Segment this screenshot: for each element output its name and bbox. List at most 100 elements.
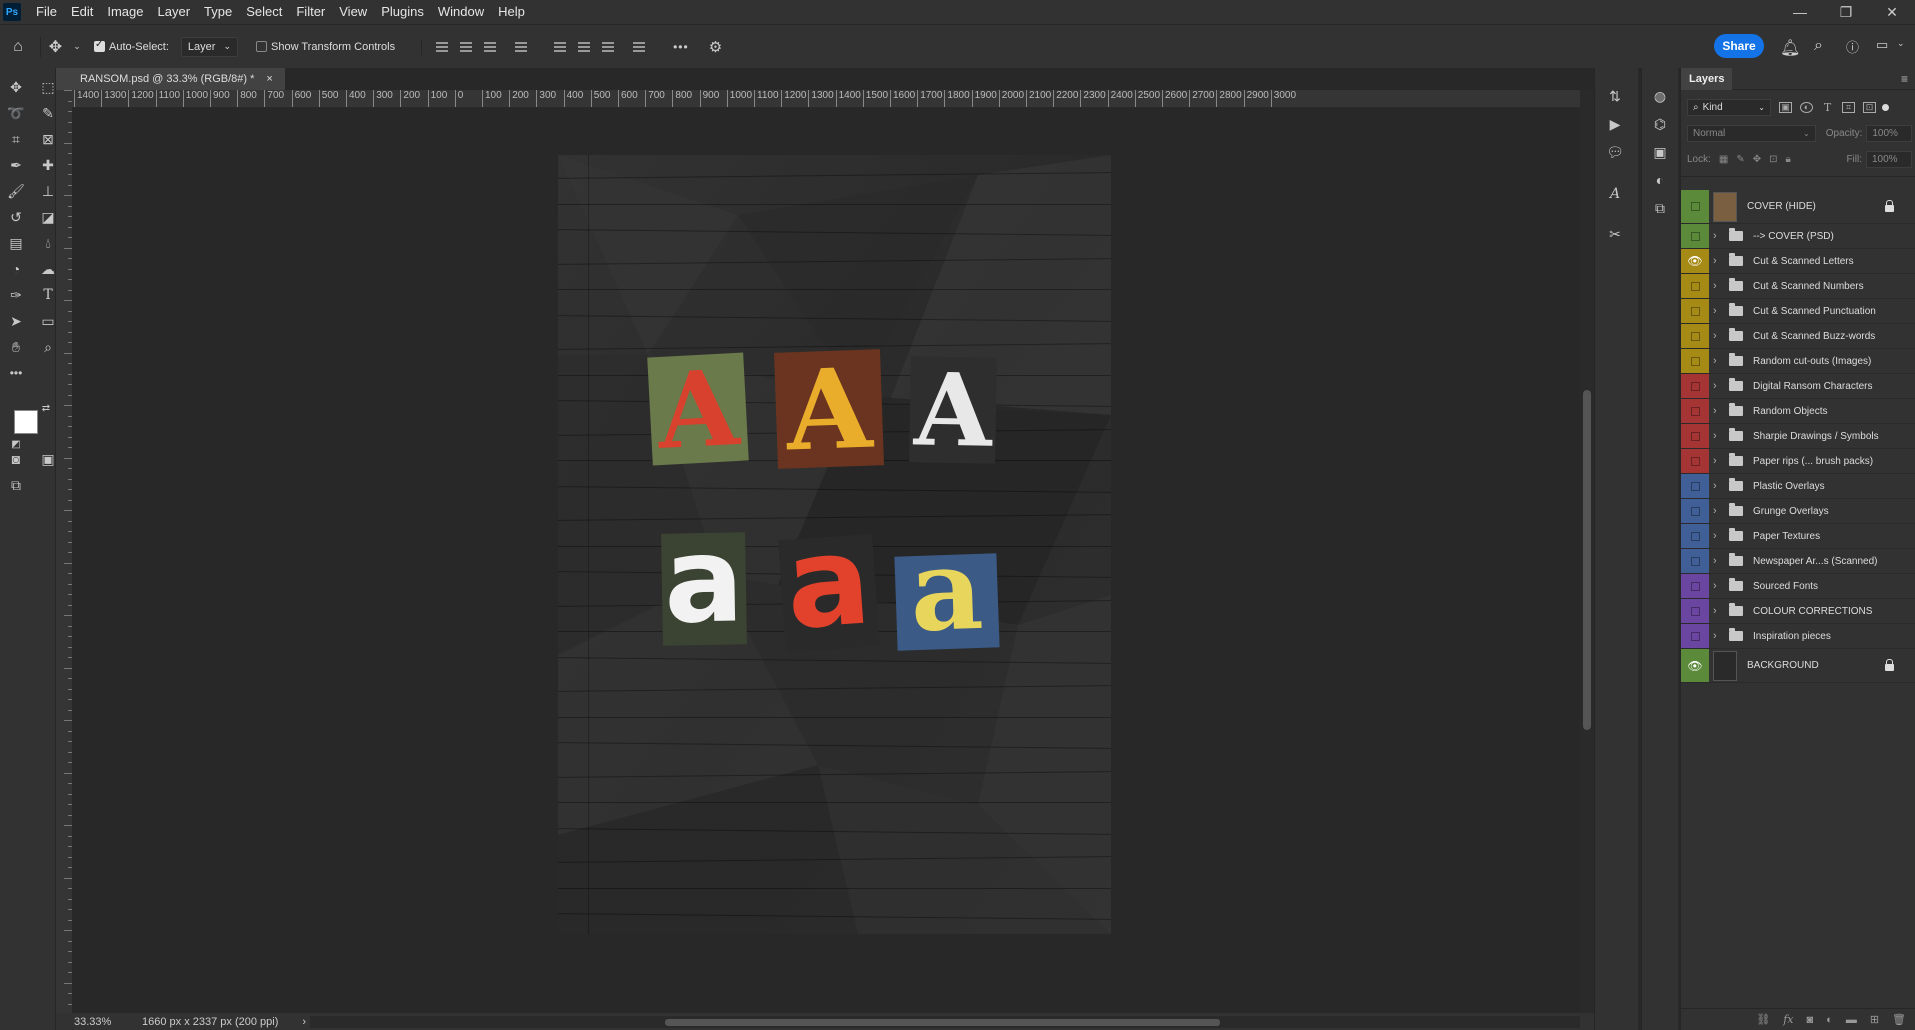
workspace-icon[interactable]: ▭ [1876,37,1888,53]
menu-layer[interactable]: Layer [151,0,198,24]
visibility-toggle[interactable] [1681,299,1709,323]
visibility-toggle[interactable] [1681,274,1709,298]
visibility-toggle[interactable] [1681,349,1709,373]
filter-toggle-icon[interactable] [1882,103,1889,111]
expand-chevron-icon[interactable]: › [1713,280,1725,292]
visibility-toggle[interactable] [1681,374,1709,398]
menu-plugins[interactable]: Plugins [374,0,431,24]
layer-row[interactable]: › Plastic Overlays [1681,474,1915,499]
distribute-horizontal-icon[interactable] [512,39,530,55]
align-top-icon[interactable] [551,39,569,55]
gradient-tool-icon[interactable]: ▤ [4,232,28,254]
edit-toolbar-icon[interactable]: ••• [4,362,28,384]
filter-adjustment-icon[interactable]: ◐ [1800,101,1813,113]
status-menu-arrow[interactable]: › [302,1016,306,1028]
adjustments-panel-icon[interactable]: ◐ [1650,170,1670,190]
visibility-toggle[interactable] [1681,449,1709,473]
more-options-icon[interactable]: ••• [673,40,689,54]
eye-icon[interactable]: 👁︎ [1681,649,1709,682]
layer-row[interactable]: › Random Objects [1681,399,1915,424]
home-icon[interactable]: ⌂ [0,38,36,56]
tool-preset-chevron-icon[interactable]: ⌄ [70,41,84,52]
lock-position-icon[interactable]: ✥ [1753,154,1761,165]
lock-transparent-icon[interactable]: ▦ [1719,154,1728,165]
layer-row[interactable]: 👁︎ BACKGROUND [1681,649,1915,683]
vertical-scrollbar[interactable] [1580,90,1594,1013]
color-panel-icon[interactable]: ◍ [1650,86,1670,106]
layer-row[interactable]: 👁︎ › Cut & Scanned Letters [1681,249,1915,274]
brush-tool-icon[interactable]: 🖌︎ [4,180,28,202]
menu-help[interactable]: Help [491,0,532,24]
opacity-field[interactable]: 100% [1866,124,1912,142]
expand-chevron-icon[interactable]: › [1713,630,1725,642]
move-tool-icon[interactable]: ✥ [40,36,70,57]
paths-panel-icon[interactable]: ⌬ [1650,114,1670,134]
menu-edit[interactable]: Edit [64,0,100,24]
link-layers-icon[interactable]: ⛓ [1756,1013,1770,1026]
letter-cutout-upper-2[interactable]: A [774,343,884,475]
show-transform-controls-toggle[interactable]: Show Transform Controls [256,41,395,53]
visibility-toggle[interactable] [1681,399,1709,423]
expand-chevron-icon[interactable]: › [1713,380,1725,392]
restore-icon[interactable]: ❐ [1823,0,1869,24]
move-tool-icon[interactable]: ✥ [4,76,28,98]
filter-smart-object-icon[interactable]: ⊡ [1863,101,1876,113]
letter-cutout-lower-3[interactable]: a [894,524,1000,657]
layer-row[interactable]: › Random cut-outs (Images) [1681,349,1915,374]
content-credentials-icon[interactable]: ⧉ [4,474,28,496]
layer-row[interactable]: › Cut & Scanned Numbers [1681,274,1915,299]
new-layer-icon[interactable]: ⊞ [1870,1013,1879,1026]
align-middle-icon[interactable] [575,39,593,55]
menu-view[interactable]: View [332,0,374,24]
layer-row[interactable]: › Paper Textures [1681,524,1915,549]
menu-file[interactable]: File [29,0,64,24]
layer-row[interactable]: › Inspiration pieces [1681,624,1915,649]
path-selection-tool-icon[interactable]: ➤ [4,310,28,332]
pen-tool-icon[interactable]: ✑ [4,284,28,306]
expand-chevron-icon[interactable]: › [1713,230,1725,242]
blend-mode-dropdown[interactable]: Normal ⌄ [1687,124,1816,142]
layer-row[interactable]: › Cut & Scanned Buzz-words [1681,324,1915,349]
layer-row[interactable]: › Sharpie Drawings / Symbols [1681,424,1915,449]
history-panel-icon[interactable]: ⇅ [1605,86,1625,106]
expand-chevron-icon[interactable]: › [1713,455,1725,467]
settings-gear-icon[interactable]: ⚙ [709,38,722,56]
expand-chevron-icon[interactable]: › [1713,355,1725,367]
hand-tool-icon[interactable]: ✋︎ [4,336,28,358]
close-tab-icon[interactable]: × [266,73,272,85]
visibility-toggle[interactable] [1681,624,1709,648]
visibility-toggle[interactable] [1681,524,1709,548]
new-adjustment-layer-icon[interactable]: ◐ [1826,1014,1833,1026]
history-brush-tool-icon[interactable]: ↺ [4,206,28,228]
panel-menu-icon[interactable]: ≡ [1901,72,1908,86]
visibility-toggle[interactable] [1681,224,1709,248]
add-mask-icon[interactable]: ◙ [1807,1014,1814,1026]
filter-kind-dropdown[interactable]: ⌕ Kind ⌄ [1687,98,1771,116]
letter-cutout-lower-1[interactable]: a [661,510,747,650]
horizontal-scrollbar[interactable] [310,1016,1580,1028]
align-right-icon[interactable] [481,39,499,55]
expand-chevron-icon[interactable]: › [1713,555,1725,567]
expand-chevron-icon[interactable]: › [1713,330,1725,342]
libraries-panel-icon[interactable]: ▣ [1650,142,1670,162]
document-canvas[interactable]: A A A a a a [558,155,1111,934]
character-panel-icon[interactable]: A [1605,184,1625,204]
expand-chevron-icon[interactable]: › [1713,530,1725,542]
lock-image-icon[interactable]: ✎ [1736,154,1744,165]
lasso-tool-icon[interactable]: ➰ [4,102,28,124]
expand-chevron-icon[interactable]: › [1713,255,1725,267]
menu-type[interactable]: Type [197,0,239,24]
filter-pixel-icon[interactable]: ▣ [1779,101,1792,113]
lock-all-icon[interactable]: 🔒︎ [1786,154,1791,165]
canvas-area[interactable]: A A A a a a [72,108,1588,1013]
menu-filter[interactable]: Filter [289,0,332,24]
visibility-toggle[interactable] [1681,549,1709,573]
show-transform-checkbox[interactable] [256,41,267,52]
menu-window[interactable]: Window [431,0,491,24]
comments-icon[interactable]: 💬︎ [1605,142,1625,162]
visibility-toggle[interactable] [1681,574,1709,598]
share-button[interactable]: Share [1714,34,1764,58]
layer-row[interactable]: › Sourced Fonts [1681,574,1915,599]
eye-icon[interactable]: 👁︎ [1681,249,1709,273]
visibility-toggle[interactable] [1681,190,1709,223]
